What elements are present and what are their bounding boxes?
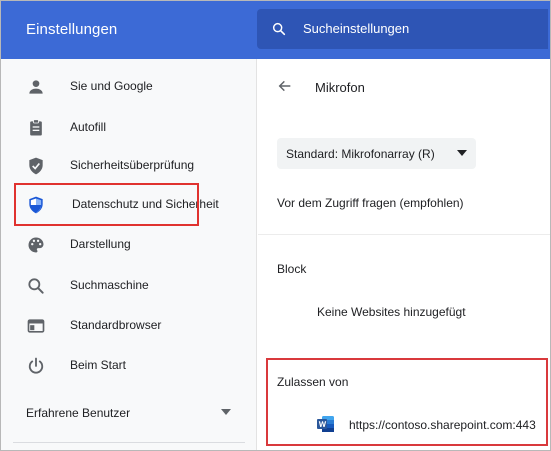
sidebar-item-default-browser[interactable]: Standardbrowser [1, 311, 257, 341]
block-section-title: Block [277, 262, 307, 276]
header-bar: Einstellungen Sucheinstellungen [1, 1, 550, 59]
divider [13, 442, 245, 443]
sidebar-item-appearance[interactable]: Darstellung [1, 230, 257, 260]
search-placeholder: Sucheinstellungen [303, 21, 410, 36]
sidebar-item-label: Darstellung [70, 237, 131, 251]
chevron-down-icon [457, 150, 467, 156]
block-empty-text: Keine Websites hinzugefügt [317, 305, 466, 319]
main-content: Mikrofon Standard: Mikrofonarray (R) Vor… [258, 59, 550, 450]
sidebar-item-label: Sicherheitsüberprüfung [70, 158, 195, 172]
advanced-section-toggle[interactable]: Erfahrene Benutzer [26, 406, 130, 420]
search-input[interactable]: Sucheinstellungen [257, 9, 548, 49]
sidebar-item-safety-check[interactable]: Sicherheitsüberprüfung [1, 151, 257, 181]
divider [258, 234, 550, 235]
sidebar-item-label: Sie und Google [70, 79, 153, 93]
sidebar-item-on-startup[interactable]: Beim Start [1, 351, 257, 381]
sidebar-item-autofill[interactable]: Autofill [1, 113, 257, 143]
allowed-site-url[interactable]: https://contoso.sharepoint.com:443 [349, 418, 536, 432]
sidebar-item-label: Suchmaschine [70, 278, 149, 292]
sidebar: Sie und Google Autofill Sicherheitsüberp… [1, 59, 257, 450]
page-title: Mikrofon [315, 80, 365, 95]
power-icon [28, 357, 44, 374]
sidebar-item-label: Standardbrowser [70, 318, 162, 332]
app-title: Einstellungen [26, 21, 118, 38]
highlight-box [266, 358, 548, 446]
search-icon [28, 278, 44, 294]
word-icon [317, 416, 334, 432]
sidebar-item-search-engine[interactable]: Suchmaschine [1, 271, 257, 301]
person-icon [29, 80, 43, 94]
allow-section-title: Zulassen von [277, 375, 349, 389]
settings-window: Einstellungen Sucheinstellungen Sie und … [0, 0, 551, 451]
search-icon [272, 22, 286, 36]
browser-icon [27, 319, 45, 333]
sidebar-item-label: Autofill [70, 120, 107, 134]
microphone-select[interactable]: Standard: Mikrofonarray (R) [277, 138, 476, 169]
sidebar-item-you-and-google[interactable]: Sie und Google [1, 72, 257, 102]
highlight-box [14, 183, 199, 226]
ask-before-access-option[interactable]: Vor dem Zugriff fragen (empfohlen) [277, 196, 464, 210]
back-arrow-icon[interactable] [277, 78, 293, 94]
shield-check-icon [29, 157, 43, 175]
clipboard-icon [30, 119, 42, 136]
sidebar-item-label: Beim Start [70, 358, 127, 372]
palette-icon [28, 237, 44, 253]
chevron-down-icon[interactable] [221, 409, 231, 415]
microphone-select-value: Standard: Mikrofonarray (R) [286, 147, 435, 161]
